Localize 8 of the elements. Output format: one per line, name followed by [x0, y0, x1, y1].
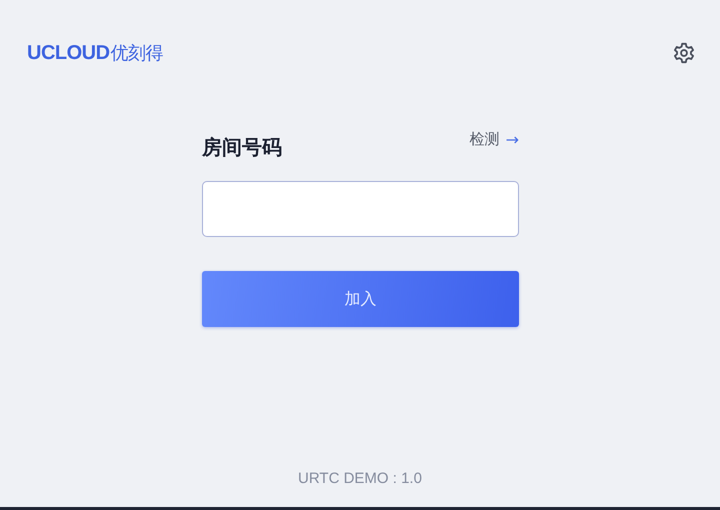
version-label: URTC DEMO : 1.0 [297, 470, 423, 487]
room-number-field[interactable] [202, 181, 519, 237]
settings-icon[interactable] [673, 42, 695, 64]
join-button[interactable]: 加入 [202, 271, 519, 327]
logo-text: UCLOUD [27, 42, 110, 64]
logo-subtitle: 优刻得 [110, 42, 164, 65]
check-link[interactable]: 检测 → [470, 130, 519, 149]
room-number-label: 房间号码 [202, 134, 282, 161]
